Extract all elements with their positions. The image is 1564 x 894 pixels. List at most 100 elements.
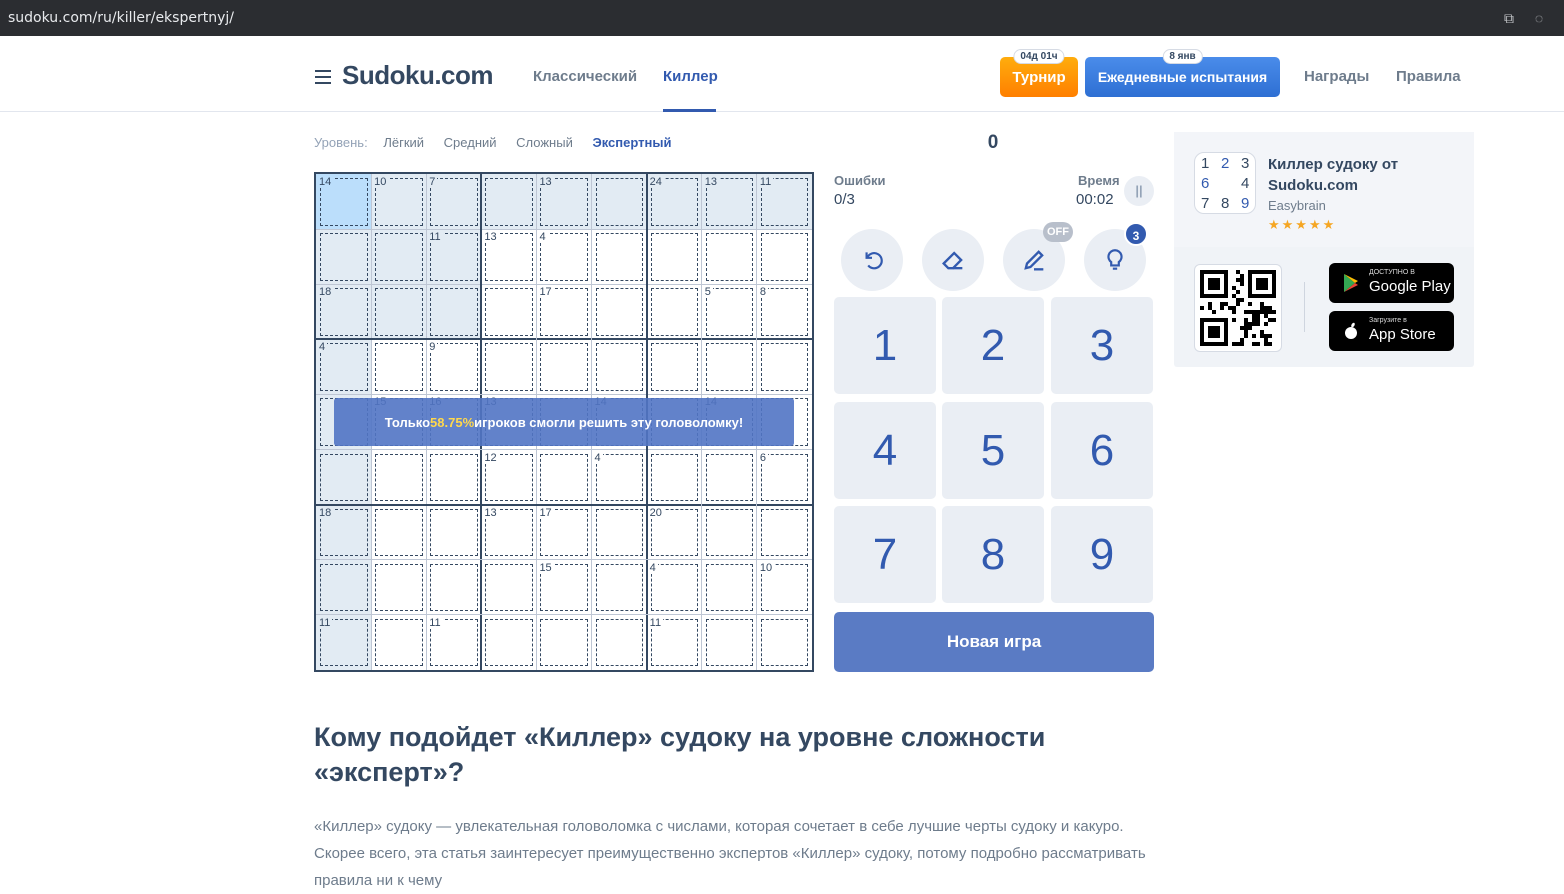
board-cell[interactable] [536, 449, 592, 506]
board-cell[interactable] [426, 559, 482, 616]
board-cell[interactable] [646, 449, 703, 506]
board-cell[interactable] [481, 339, 537, 395]
google-play-button[interactable]: ДОСТУПНО В Google Play [1329, 263, 1454, 303]
numpad-key-5[interactable]: 5 [942, 402, 1044, 499]
board-cell[interactable]: 9 [426, 339, 482, 395]
numpad-key-7[interactable]: 7 [834, 506, 936, 603]
board-cell[interactable]: 13 [536, 174, 592, 230]
board-cell[interactable]: 18 [316, 284, 372, 340]
new-game-button[interactable]: Новая игра [834, 612, 1154, 672]
tournament-button[interactable]: 04д 01ч Турнир [1000, 49, 1078, 97]
board-cell[interactable]: 4 [316, 339, 372, 395]
board-cell[interactable] [371, 339, 427, 395]
board-cell[interactable] [371, 284, 427, 340]
board-cell[interactable]: 18 [316, 504, 372, 561]
install-app-icon[interactable]: ⧉ [1500, 9, 1518, 27]
undo-button[interactable] [841, 229, 903, 291]
board-cell[interactable] [481, 174, 537, 230]
numpad-key-6[interactable]: 6 [1051, 402, 1153, 499]
board-cell[interactable] [371, 559, 427, 616]
numpad-key-4[interactable]: 4 [834, 402, 936, 499]
site-logo[interactable]: Sudoku.com [342, 60, 494, 91]
board-cell[interactable] [591, 229, 648, 285]
board-cell[interactable]: 11 [756, 174, 813, 230]
numpad-key-1[interactable]: 1 [834, 297, 936, 394]
board-cell[interactable] [701, 614, 758, 671]
app-icon[interactable]: 1 2 3 6 4 7 8 9 [1194, 152, 1256, 214]
numpad-key-2[interactable]: 2 [942, 297, 1044, 394]
menu-icon[interactable] [315, 70, 331, 84]
board-cell[interactable] [756, 339, 813, 395]
board-cell[interactable] [426, 284, 482, 340]
numpad-key-3[interactable]: 3 [1051, 297, 1153, 394]
board-cell[interactable]: 8 [756, 284, 813, 340]
board-cell[interactable] [536, 614, 592, 671]
board-cell[interactable] [481, 559, 537, 616]
board-cell[interactable]: 4 [646, 559, 703, 616]
board-cell[interactable]: 17 [536, 284, 592, 340]
eye-off-icon[interactable]: ◌ [1530, 9, 1548, 27]
erase-button[interactable] [922, 229, 984, 291]
board-cell[interactable]: 11 [646, 614, 703, 671]
level-easy[interactable]: Лёгкий [383, 135, 424, 150]
board-cell[interactable] [371, 614, 427, 671]
board-cell[interactable] [481, 284, 537, 340]
nav-classic[interactable]: Классический [533, 68, 637, 85]
daily-challenges-button[interactable]: 8 янв Ежедневные испытания [1085, 49, 1280, 97]
board-cell[interactable]: 13 [481, 504, 537, 561]
board-cell[interactable]: 10 [756, 559, 813, 616]
app-store-button[interactable]: Загрузите в App Store [1329, 311, 1454, 351]
pause-button[interactable]: || [1124, 176, 1154, 206]
board-cell[interactable] [591, 339, 648, 395]
board-cell[interactable]: 4 [591, 449, 648, 506]
board-cell[interactable] [316, 229, 372, 285]
level-medium[interactable]: Средний [444, 135, 497, 150]
board-cell[interactable]: 11 [426, 614, 482, 671]
board-cell[interactable]: 12 [481, 449, 537, 506]
level-hard[interactable]: Сложный [516, 135, 573, 150]
board-cell[interactable] [756, 504, 813, 561]
board-cell[interactable]: 5 [701, 284, 758, 340]
nav-killer[interactable]: Киллер [663, 68, 718, 85]
numpad-key-8[interactable]: 8 [942, 506, 1044, 603]
board-cell[interactable]: 7 [426, 174, 482, 230]
board-cell[interactable] [536, 339, 592, 395]
board-cell[interactable] [701, 339, 758, 395]
board-cell[interactable]: 14 [316, 174, 372, 230]
board-cell[interactable]: 11 [316, 614, 372, 671]
board-cell[interactable] [591, 174, 648, 230]
nav-rules[interactable]: Правила [1396, 68, 1461, 85]
numpad-key-9[interactable]: 9 [1051, 506, 1153, 603]
board-cell[interactable] [426, 504, 482, 561]
board-cell[interactable] [756, 614, 813, 671]
board-cell[interactable] [646, 284, 703, 340]
board-cell[interactable]: 20 [646, 504, 703, 561]
board-cell[interactable] [371, 229, 427, 285]
board-cell[interactable]: 10 [371, 174, 427, 230]
nav-awards[interactable]: Награды [1304, 68, 1369, 85]
board-cell[interactable] [646, 229, 703, 285]
browser-address-bar[interactable]: sudoku.com/ru/killer/ekspertnyj/ ⧉ ◌ [0, 0, 1564, 36]
board-cell[interactable]: 15 [536, 559, 592, 616]
board-cell[interactable] [701, 229, 758, 285]
board-cell[interactable]: 24 [646, 174, 703, 230]
board-cell[interactable] [371, 504, 427, 561]
board-cell[interactable] [701, 504, 758, 561]
board-cell[interactable] [701, 449, 758, 506]
board-cell[interactable]: 13 [701, 174, 758, 230]
board-cell[interactable]: 13 [481, 229, 537, 285]
url-text[interactable]: sudoku.com/ru/killer/ekspertnyj/ [8, 10, 234, 26]
board-cell[interactable] [316, 559, 372, 616]
board-cell[interactable]: 11 [426, 229, 482, 285]
level-expert[interactable]: Экспертный [592, 135, 671, 150]
board-cell[interactable] [591, 559, 648, 616]
board-cell[interactable] [481, 614, 537, 671]
board-cell[interactable]: 17 [536, 504, 592, 561]
board-cell[interactable] [371, 449, 427, 506]
board-cell[interactable] [426, 449, 482, 506]
board-cell[interactable] [646, 339, 703, 395]
board-cell[interactable] [316, 449, 372, 506]
board-cell[interactable] [591, 504, 648, 561]
board-cell[interactable] [701, 559, 758, 616]
board-cell[interactable] [591, 284, 648, 340]
